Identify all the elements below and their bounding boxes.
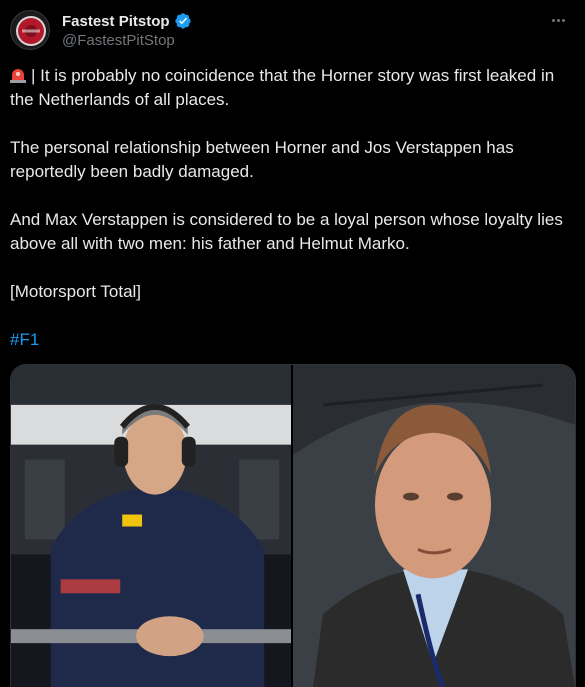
tweet-paragraph: And Max Verstappen is considered to be a… (10, 210, 563, 253)
media-image-jos-verstappen[interactable] (293, 365, 575, 687)
author-avatar[interactable] (10, 10, 50, 50)
tweet-hashtag-line: #F1 (10, 328, 575, 352)
author-name-row: Fastest Pitstop (62, 11, 192, 31)
verified-badge-icon (174, 13, 191, 29)
tweet-paragraph: | It is probably no coincidence that the… (10, 64, 575, 112)
author-display-name[interactable]: Fastest Pitstop (62, 13, 170, 30)
tweet-paragraph: [Motorsport Total] (10, 282, 142, 301)
hashtag-link[interactable]: #F1 (10, 330, 39, 349)
rotating-light-icon (10, 66, 26, 83)
verstappen-photo (293, 365, 575, 687)
fastest-pitstop-logo-icon (11, 11, 49, 49)
tweet-text: | It is probably no coincidence that the… (10, 64, 575, 376)
tweet-paragraph-text: | It is probably no coincidence that the… (10, 66, 555, 109)
tweet-paragraph: The personal relationship between Horner… (10, 138, 514, 181)
tweet-header: Fastest Pitstop @FastestPitStop (10, 8, 575, 54)
horner-photo (11, 365, 291, 687)
tweet-media (10, 364, 576, 687)
more-options-icon[interactable] (545, 10, 571, 30)
author-handle[interactable]: @FastestPitStop (62, 32, 175, 49)
media-image-horner[interactable] (11, 365, 293, 687)
